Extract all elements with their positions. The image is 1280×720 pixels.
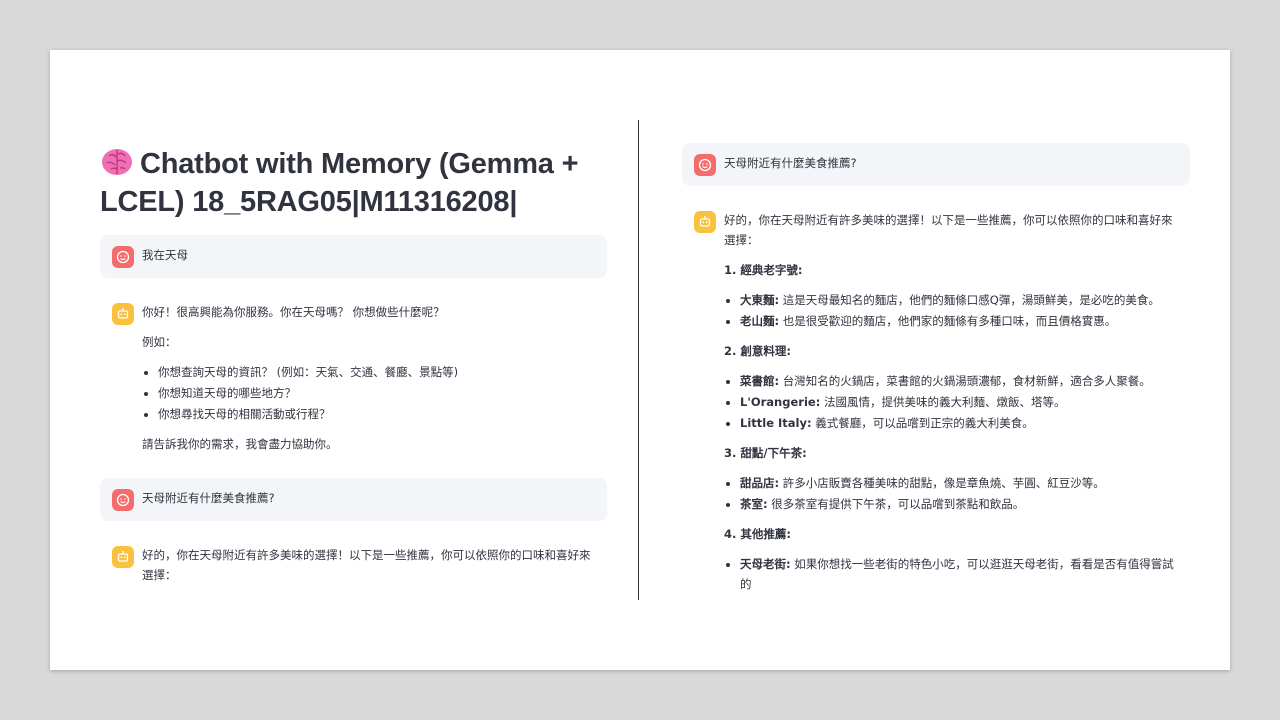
item-desc: 義式餐廳，可以品嚐到正宗的義大利美食。 bbox=[811, 416, 1034, 430]
item-name: 天母老街: bbox=[740, 557, 791, 571]
robot-face-icon bbox=[112, 546, 134, 568]
assistant-message: 好的，你在天母附近有許多美味的選擇！以下是一些推薦，你可以依照你的口味和喜好來選… bbox=[682, 200, 1190, 614]
item-name: 大東麵: bbox=[740, 293, 780, 307]
page-title: Chatbot with Memory (Gemma + LCEL) 18_5R… bbox=[100, 145, 607, 221]
smiley-face-icon bbox=[112, 489, 134, 511]
smiley-face-icon bbox=[112, 246, 134, 268]
user-message: 天母附近有什麼美食推薦? bbox=[100, 478, 607, 521]
assistant-message: 你好！很高興能為你服務。你在天母嗎？ 你想做些什麼呢？ 例如： 你想查詢天母的資… bbox=[100, 292, 607, 464]
message-text: 我在天母 bbox=[142, 248, 188, 262]
message-intro: 你好！很高興能為你服務。你在天母嗎？ 你想做些什麼呢？ bbox=[142, 305, 445, 319]
item-name: 茶室: bbox=[740, 497, 768, 511]
user-message: 我在天母 bbox=[100, 235, 607, 278]
recommendation-list: 甜品店: 許多小店販賣各種美味的甜點，像是章魚燒、芋圓、紅豆沙等。 茶室: 很多… bbox=[724, 473, 1178, 514]
item-desc: 台灣知名的火鍋店，菜書館的火鍋湯頭濃郁，食材新鮮，適合多人聚餐。 bbox=[779, 374, 1151, 388]
item-desc: 也是很受歡迎的麵店，他們家的麵條有多種口味，而且價格實惠。 bbox=[779, 314, 1117, 328]
list-item: 你想知道天母的哪些地方？ bbox=[158, 383, 595, 403]
item-desc: 這是天母最知名的麵店，他們的麵條口感Q彈，湯頭鮮美，是必吃的美食。 bbox=[779, 293, 1160, 307]
list-item: 甜品店: 許多小店販賣各種美味的甜點，像是章魚燒、芋圓、紅豆沙等。 bbox=[740, 473, 1178, 493]
user-message-text: 天母附近有什麼美食推薦? bbox=[142, 488, 595, 508]
list-item: 你想查詢天母的資訊？ (例如：天氣、交通、餐廳、景點等) bbox=[158, 362, 595, 382]
recommendation-list: 天母老街: 如果你想找一些老街的特色小吃，可以逛逛天母老街，看看是否有值得嘗試的 bbox=[724, 554, 1178, 594]
robot-face-icon bbox=[694, 211, 716, 233]
list-item: 菜書館: 台灣知名的火鍋店，菜書館的火鍋湯頭濃郁，食材新鮮，適合多人聚餐。 bbox=[740, 371, 1178, 391]
list-item: Little Italy: 義式餐廳，可以品嚐到正宗的義大利美食。 bbox=[740, 413, 1178, 433]
item-name: 老山麵: bbox=[740, 314, 780, 328]
message-intro: 好的，你在天母附近有許多美味的選擇！以下是一些推薦，你可以依照你的口味和喜好來選… bbox=[724, 213, 1173, 247]
user-message-text: 我在天母 bbox=[142, 245, 595, 265]
message-text: 天母附近有什麼美食推薦? bbox=[142, 491, 275, 505]
user-message-text: 天母附近有什麼美食推薦? bbox=[724, 153, 1178, 173]
robot-face-icon bbox=[112, 303, 134, 325]
column-divider bbox=[638, 120, 639, 600]
user-message: 天母附近有什麼美食推薦? bbox=[682, 143, 1190, 186]
item-name: Little Italy: bbox=[740, 416, 812, 430]
smiley-face-icon bbox=[694, 154, 716, 176]
list-item: 茶室: 很多茶室有提供下午茶，可以品嚐到茶點和飲品。 bbox=[740, 494, 1178, 514]
item-desc: 很多茶室有提供下午茶，可以品嚐到茶點和飲品。 bbox=[767, 497, 1025, 511]
page-title-text: Chatbot with Memory (Gemma + LCEL) 18_5R… bbox=[100, 148, 579, 218]
assistant-message-text: 好的，你在天母附近有許多美味的選擇！以下是一些推薦，你可以依照你的口味和喜好來選… bbox=[724, 210, 1178, 604]
left-chat-panel: Chatbot with Memory (Gemma + LCEL) 18_5R… bbox=[100, 145, 607, 609]
message-outro: 請告訴我你的需求，我會盡力協助你。 bbox=[142, 437, 338, 451]
message-text: 好的，你在天母附近有許多美味的選擇！以下是一些推薦，你可以依照你的口味和喜好來選… bbox=[142, 548, 591, 582]
right-chat-panel: 天母附近有什麼美食推薦? 好的，你在天母附近有許多美味的選擇！以下是一些推薦，你… bbox=[682, 143, 1190, 628]
brain-icon bbox=[100, 146, 134, 178]
item-desc: 如果你想找一些老街的特色小吃，可以逛逛天母老街，看看是否有值得嘗試的 bbox=[740, 557, 1174, 591]
list-item: 天母老街: 如果你想找一些老街的特色小吃，可以逛逛天母老街，看看是否有值得嘗試的 bbox=[740, 554, 1178, 594]
item-name: L'Orangerie: bbox=[740, 395, 821, 409]
recommendation-list: 大東麵: 這是天母最知名的麵店，他們的麵條口感Q彈，湯頭鮮美，是必吃的美食。 老… bbox=[724, 290, 1178, 331]
section-heading: 3. 甜點/下午茶: bbox=[724, 446, 807, 460]
list-item: 大東麵: 這是天母最知名的麵店，他們的麵條口感Q彈，湯頭鮮美，是必吃的美食。 bbox=[740, 290, 1178, 310]
item-name: 甜品店: bbox=[740, 476, 780, 490]
slide: Chatbot with Memory (Gemma + LCEL) 18_5R… bbox=[50, 50, 1230, 670]
recommendation-list: 菜書館: 台灣知名的火鍋店，菜書館的火鍋湯頭濃郁，食材新鮮，適合多人聚餐。 L'… bbox=[724, 371, 1178, 433]
item-desc: 許多小店販賣各種美味的甜點，像是章魚燒、芋圓、紅豆沙等。 bbox=[779, 476, 1105, 490]
section-heading: 4. 其他推薦: bbox=[724, 527, 791, 541]
assistant-message-text: 你好！很高興能為你服務。你在天母嗎？ 你想做些什麼呢？ 例如： 你想查詢天母的資… bbox=[142, 302, 595, 454]
assistant-message: 好的，你在天母附近有許多美味的選擇！以下是一些推薦，你可以依照你的口味和喜好來選… bbox=[100, 535, 607, 595]
assistant-message-text: 好的，你在天母附近有許多美味的選擇！以下是一些推薦，你可以依照你的口味和喜好來選… bbox=[142, 545, 595, 585]
section-heading: 2. 創意料理: bbox=[724, 344, 791, 358]
message-text: 天母附近有什麼美食推薦? bbox=[724, 156, 857, 170]
list-item: 你想尋找天母的相關活動或行程？ bbox=[158, 404, 595, 424]
item-name: 菜書館: bbox=[740, 374, 780, 388]
example-list: 你想查詢天母的資訊？ (例如：天氣、交通、餐廳、景點等) 你想知道天母的哪些地方… bbox=[142, 362, 595, 424]
list-item: L'Orangerie: 法國風情，提供美味的義大利麵、燉飯、塔等。 bbox=[740, 392, 1178, 412]
list-item: 老山麵: 也是很受歡迎的麵店，他們家的麵條有多種口味，而且價格實惠。 bbox=[740, 311, 1178, 331]
example-label: 例如： bbox=[142, 335, 177, 349]
item-desc: 法國風情，提供美味的義大利麵、燉飯、塔等。 bbox=[820, 395, 1066, 409]
section-heading: 1. 經典老字號: bbox=[724, 263, 803, 277]
